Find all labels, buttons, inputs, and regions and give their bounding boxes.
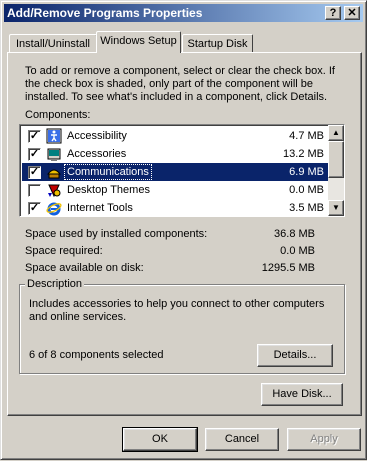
add-remove-programs-window: Add/Remove Programs Properties ? ✕ Insta… [0,0,367,460]
component-name: Accessories [67,148,127,160]
list-item-accessibility[interactable]: ✓ Accessibility 4.7 MB [22,127,328,145]
space-available-label: Space available on disk: [25,262,144,274]
component-size: 3.5 MB [289,202,324,214]
scroll-thumb[interactable] [328,141,344,178]
list-item-internet-tools[interactable]: ✓ Internet Tools 3.5 MB [22,199,328,216]
component-name: Communications [64,164,152,180]
panel-content: To add or remove a component, select or … [1,1,367,461]
components-scrollbar[interactable]: ▲ ▼ [328,125,344,216]
scroll-up-button[interactable]: ▲ [328,125,344,141]
space-available-value: 1295.5 MB [261,262,315,274]
accessibility-icon [46,128,62,144]
component-name: Desktop Themes [67,184,150,196]
space-used-label: Space used by installed components: [25,228,208,240]
desktop-themes-icon [48,184,61,198]
instructions-line-2: the check box is shaded, only part of th… [25,78,314,90]
communications-icon [46,169,62,179]
accessories-checkbox[interactable]: ✓ [28,148,41,161]
details-button[interactable]: Details... [257,344,333,367]
arrow-up-icon: ▲ [332,128,340,137]
selected-count: 6 of 8 components selected [29,349,164,361]
details-label: Details... [273,349,317,361]
desktop-themes-checkbox[interactable] [28,184,41,197]
component-size: 0.0 MB [289,184,324,196]
have-disk-label: Have Disk... [272,388,332,400]
space-used-value: 36.8 MB [274,228,315,240]
arrow-down-icon: ▼ [332,203,340,212]
instructions-line-3: installed. To see what's included in a c… [25,91,328,103]
accessories-icon [47,148,61,161]
space-required-value: 0.0 MB [280,245,315,257]
component-size: 4.7 MB [289,130,324,142]
scroll-down-button[interactable]: ▼ [328,200,344,216]
component-name: Accessibility [67,130,127,142]
internet-explorer-icon [46,202,62,216]
have-disk-button[interactable]: Have Disk... [261,383,343,406]
communications-checkbox[interactable]: ✓ [28,166,41,179]
instructions-line-1: To add or remove a component, select or … [25,65,335,77]
internet-tools-checkbox[interactable]: ✓ [28,202,41,215]
description-line-2: and online services. [29,311,127,323]
description-line-1: Includes accessories to help you connect… [29,298,325,310]
component-size: 6.9 MB [289,166,324,178]
components-list[interactable]: ✓ Accessibility 4.7 MB ✓ Accessories 13.… [19,124,345,217]
component-name: Internet Tools [67,202,133,214]
list-item-accessories[interactable]: ✓ Accessories 13.2 MB [22,145,328,163]
accessibility-checkbox[interactable]: ✓ [28,130,41,143]
components-label: Components: [25,109,91,121]
description-title: Description [25,278,85,291]
component-size: 13.2 MB [283,148,324,160]
list-item-desktop-themes[interactable]: Desktop Themes 0.0 MB [22,181,328,199]
list-item-communications[interactable]: ✓ Communications 6.9 MB [22,163,328,181]
space-required-label: Space required: [25,245,103,257]
